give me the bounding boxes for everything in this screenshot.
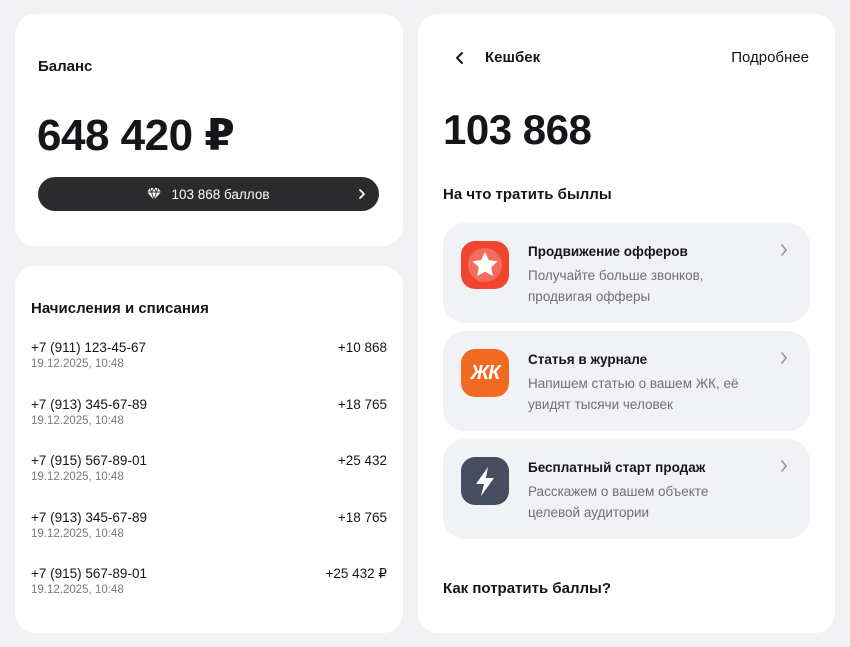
transaction-date: 19.12.2025, 10:48	[31, 527, 124, 540]
zhk-logo-icon: ЖК	[461, 349, 509, 397]
offer-title: Продвижение офферов	[528, 244, 688, 259]
chevron-right-icon	[780, 459, 788, 473]
transactions-title: Начисления и списания	[31, 300, 209, 317]
diamond-icon	[147, 188, 162, 200]
transaction-phone: +7 (911) 123-45-67	[31, 340, 146, 355]
cashback-amount: 103 868	[443, 106, 592, 153]
cashback-title: Кешбек	[485, 49, 541, 66]
offer-promotion[interactable]: Продвижение офферов Получайте больше зво…	[443, 223, 810, 323]
chevron-right-icon	[780, 351, 788, 365]
offer-description: Расскажем о вашем объекте целевой аудито…	[528, 484, 709, 520]
transaction-row: +7 (915) 567-89-01 19.12.2025, 10:48 +25…	[31, 453, 387, 510]
transaction-date: 19.12.2025, 10:48	[31, 584, 124, 596]
lightning-icon	[461, 457, 509, 505]
transaction-phone: +7 (915) 567-89-01	[31, 566, 147, 581]
balance-card: Баланс 648 420 ₽ 103 868 баллов	[15, 14, 403, 246]
offer-title: Статья в журнале	[528, 352, 648, 367]
chevron-right-icon	[358, 187, 366, 201]
points-label: 103 868 баллов	[171, 186, 270, 202]
spend-points-subtitle: На что тратить быллы	[443, 186, 612, 203]
transaction-phone: +7 (913) 345-67-89	[31, 509, 147, 525]
transaction-row: +7 (913) 345-67-89 19.12.2025, 10:48 +18…	[31, 397, 387, 454]
transaction-amount: +25 432	[337, 453, 387, 468]
transaction-date: 19.12.2025, 10:48	[31, 471, 124, 483]
offers-list: Продвижение офферов Получайте больше зво…	[443, 223, 810, 547]
cashback-header: Кешбек Подробнее	[418, 46, 835, 70]
transaction-row: +7 (911) 123-45-67 19.12.2025, 10:48 +10…	[31, 340, 387, 397]
balance-amount: 648 420 ₽	[37, 111, 235, 160]
transaction-date: 19.12.2025, 10:48	[31, 414, 124, 427]
transactions-list: +7 (911) 123-45-67 19.12.2025, 10:48 +10…	[31, 340, 387, 623]
transactions-card: Начисления и списания +7 (911) 123-45-67…	[15, 266, 403, 633]
points-button[interactable]: 103 868 баллов	[38, 177, 379, 211]
offer-description: Напишем статью о вашем ЖК, её увидят тыс…	[528, 376, 739, 412]
balance-title: Баланс	[38, 58, 93, 75]
transaction-amount: +25 432 ₽	[325, 566, 387, 581]
transaction-row: +7 (915) 567-89-01 19.12.2025, 10:48 +25…	[31, 566, 387, 623]
transaction-row: +7 (913) 345-67-89 19.12.2025, 10:48 +18…	[31, 510, 387, 567]
transaction-phone: +7 (913) 345-67-89	[31, 396, 147, 412]
offer-journal-article[interactable]: ЖК Статья в журнале Напишем статью о ваш…	[443, 331, 810, 431]
chevron-right-icon	[780, 243, 788, 257]
zhk-logo-text: ЖК	[470, 361, 501, 384]
details-link[interactable]: Подробнее	[731, 49, 809, 66]
transaction-amount: +10 868	[337, 340, 387, 355]
back-arrow-icon[interactable]	[454, 51, 466, 65]
offer-description: Получайте больше звонков, продвигая оффе…	[528, 268, 704, 304]
transaction-phone: +7 (915) 567-89-01	[31, 453, 147, 468]
offer-free-sales-start[interactable]: Бесплатный старт продаж Расскажем о ваше…	[443, 439, 810, 539]
cashback-card: Кешбек Подробнее 103 868 На что тратить …	[418, 14, 835, 633]
transaction-amount: +18 765	[337, 396, 387, 412]
transaction-date: 19.12.2025, 10:48	[31, 358, 124, 370]
transaction-amount: +18 765	[337, 509, 387, 525]
how-to-spend-question: Как потратить баллы?	[443, 580, 611, 597]
star-icon	[461, 241, 509, 289]
offer-title: Бесплатный старт продаж	[528, 460, 706, 475]
